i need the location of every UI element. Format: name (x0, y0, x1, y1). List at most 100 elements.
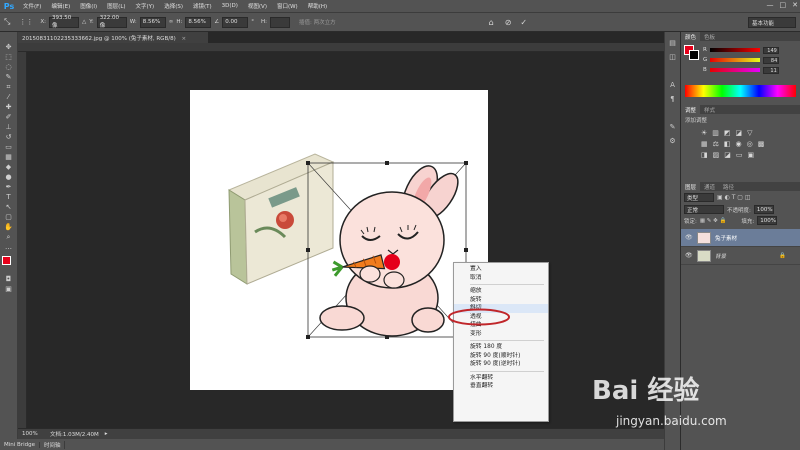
curves-icon[interactable]: ◩ (724, 129, 731, 137)
w-field[interactable]: 8.56% (139, 16, 166, 28)
bw-icon[interactable]: ◧ (724, 140, 731, 148)
reference-point-icon[interactable]: ⋮⋮ (19, 18, 33, 26)
zoom-level[interactable]: 100% (18, 431, 40, 437)
tab-mini-bridge[interactable]: Mini Bridge (0, 441, 40, 448)
b-slider[interactable] (709, 68, 760, 72)
lock-icons[interactable]: ▦ ✎ ✥ 🔒 (700, 218, 727, 224)
eyedropper-tool-icon[interactable]: ⁄ (2, 92, 16, 102)
maximize-button[interactable]: □ (780, 1, 787, 9)
menu-help[interactable]: 帮助(H) (303, 2, 332, 10)
layer-row[interactable]: 👁 兔子素材 (681, 229, 800, 247)
menu-place[interactable]: 置入 (454, 265, 548, 274)
levels-icon[interactable]: ▥ (712, 129, 719, 137)
link-icon[interactable]: ∞ (169, 19, 174, 25)
threshold-icon[interactable]: ◪ (724, 151, 731, 159)
hand-tool-icon[interactable]: ✋ (2, 222, 16, 232)
tab-swatches[interactable]: 色板 (700, 32, 719, 41)
dodge-tool-icon[interactable]: ● (2, 172, 16, 182)
x-field[interactable]: 393.50 像 (49, 15, 80, 29)
menu-rotate[interactable]: 旋转 (454, 296, 548, 305)
interpolation-label[interactable]: 插值: 两次立方 (299, 18, 336, 26)
g-slider[interactable] (710, 58, 761, 62)
hue-icon[interactable]: ▦ (701, 140, 708, 148)
tab-color[interactable]: 颜色 (681, 32, 701, 41)
vertical-ruler[interactable] (18, 52, 27, 428)
healing-tool-icon[interactable]: ✚ (2, 102, 16, 112)
character-panel-icon[interactable]: A (668, 80, 678, 90)
menu-warp[interactable]: 变形 (454, 330, 548, 339)
tab-channels[interactable]: 通道 (700, 182, 719, 191)
menu-rotate-90-cw[interactable]: 旋转 90 度(顺时针) (454, 352, 548, 361)
minimize-button[interactable]: — (767, 1, 774, 9)
document-tab[interactable]: 20150831102235333662.jpg @ 100% (兔子素材, R… (18, 32, 208, 43)
blend-mode-select[interactable]: 正常 (684, 205, 724, 214)
menu-rotate-90-ccw[interactable]: 旋转 90 度(逆时针) (454, 360, 548, 369)
clone-source-panel-icon[interactable]: ⚙ (668, 136, 678, 146)
brush-panel-icon[interactable]: ✎ (668, 122, 678, 132)
r-value[interactable]: 149 (762, 46, 779, 54)
menu-layer[interactable]: 图层(L) (102, 2, 130, 10)
h-field[interactable]: 8.56% (185, 16, 212, 28)
menu-type[interactable]: 文字(Y) (131, 2, 160, 10)
fill-field[interactable]: 100% (757, 216, 778, 225)
brush-tool-icon[interactable]: ✐ (2, 112, 16, 122)
menu-filter[interactable]: 滤镜(T) (188, 2, 217, 10)
menu-edit[interactable]: 编辑(E) (46, 2, 75, 10)
r-slider[interactable] (709, 48, 760, 52)
gradient-map-icon[interactable]: ▭ (736, 151, 743, 159)
more-tools-icon[interactable]: … (2, 242, 16, 252)
invert-icon[interactable]: ◨ (701, 151, 708, 159)
tab-layers[interactable]: 图层 (681, 182, 701, 191)
menu-3d[interactable]: 3D(D) (217, 3, 243, 9)
status-arrow-icon[interactable]: ▸ (105, 431, 108, 437)
close-button[interactable]: ✕ (792, 1, 798, 9)
layer-kind-select[interactable]: 类型 (684, 193, 714, 202)
tab-adjustments[interactable]: 调整 (681, 105, 701, 114)
screen-mode-icon[interactable]: ▣ (2, 284, 16, 294)
zoom-tool-icon[interactable]: ⌕ (2, 232, 16, 242)
bg-color-swatch[interactable] (689, 50, 699, 60)
color-spectrum[interactable] (685, 85, 796, 97)
blur-tool-icon[interactable]: ◆ (2, 162, 16, 172)
skew-h-field[interactable] (270, 16, 291, 28)
menu-view[interactable]: 视图(V) (243, 2, 272, 10)
properties-panel-icon[interactable]: ◫ (668, 52, 678, 62)
lasso-tool-icon[interactable]: ◌ (2, 62, 16, 72)
brightness-icon[interactable]: ☀ (701, 129, 707, 137)
history-panel-icon[interactable]: ▤ (668, 38, 678, 48)
close-tab-icon[interactable]: × (181, 36, 186, 42)
crop-tool-icon[interactable]: ⌗ (2, 82, 16, 92)
commit-icon[interactable]: ✓ (520, 18, 527, 27)
menu-select[interactable]: 选择(S) (159, 2, 188, 10)
exposure-icon[interactable]: ◪ (736, 129, 743, 137)
photo-filter-icon[interactable]: ◉ (736, 140, 742, 148)
type-tool-icon[interactable]: T (2, 192, 16, 202)
eye-icon[interactable]: 👁 (685, 252, 693, 259)
opacity-field[interactable]: 100% (753, 205, 774, 214)
horizontal-ruler[interactable] (18, 43, 675, 52)
path-select-tool-icon[interactable]: ↖ (2, 202, 16, 212)
menu-cancel[interactable]: 取消 (454, 274, 548, 283)
pen-tool-icon[interactable]: ✒ (2, 182, 16, 192)
marquee-tool-icon[interactable]: ⬚ (2, 52, 16, 62)
tab-timeline[interactable]: 时间轴 (40, 440, 66, 449)
foreground-color-swatch[interactable] (1, 256, 11, 265)
warp-icon[interactable]: ⌂ (489, 18, 494, 27)
layer-row[interactable]: 👁 背景 🔒 (681, 247, 800, 265)
gradient-tool-icon[interactable]: ▦ (2, 152, 16, 162)
move-tool-icon[interactable]: ✥ (2, 42, 16, 52)
stamp-tool-icon[interactable]: ⊥ (2, 122, 16, 132)
transform-tool-icon[interactable]: ⤡ (4, 17, 10, 27)
color-balance-icon[interactable]: ⚖ (713, 140, 719, 148)
selective-color-icon[interactable]: ▣ (748, 151, 755, 159)
shape-tool-icon[interactable]: ▢ (2, 212, 16, 222)
document-info[interactable]: 文档:1.03M/2.40M (40, 430, 99, 438)
history-brush-tool-icon[interactable]: ↺ (2, 132, 16, 142)
angle-field[interactable]: 0.00 (222, 16, 249, 28)
tab-paths[interactable]: 路径 (719, 182, 738, 191)
eye-icon[interactable]: 👁 (685, 234, 693, 241)
menu-image[interactable]: 图像(I) (75, 2, 102, 10)
eraser-tool-icon[interactable]: ▭ (2, 142, 16, 152)
g-value[interactable]: 84 (763, 56, 780, 64)
filter-icons[interactable]: ▣ ◐ T ▢ ◫ (717, 194, 751, 201)
